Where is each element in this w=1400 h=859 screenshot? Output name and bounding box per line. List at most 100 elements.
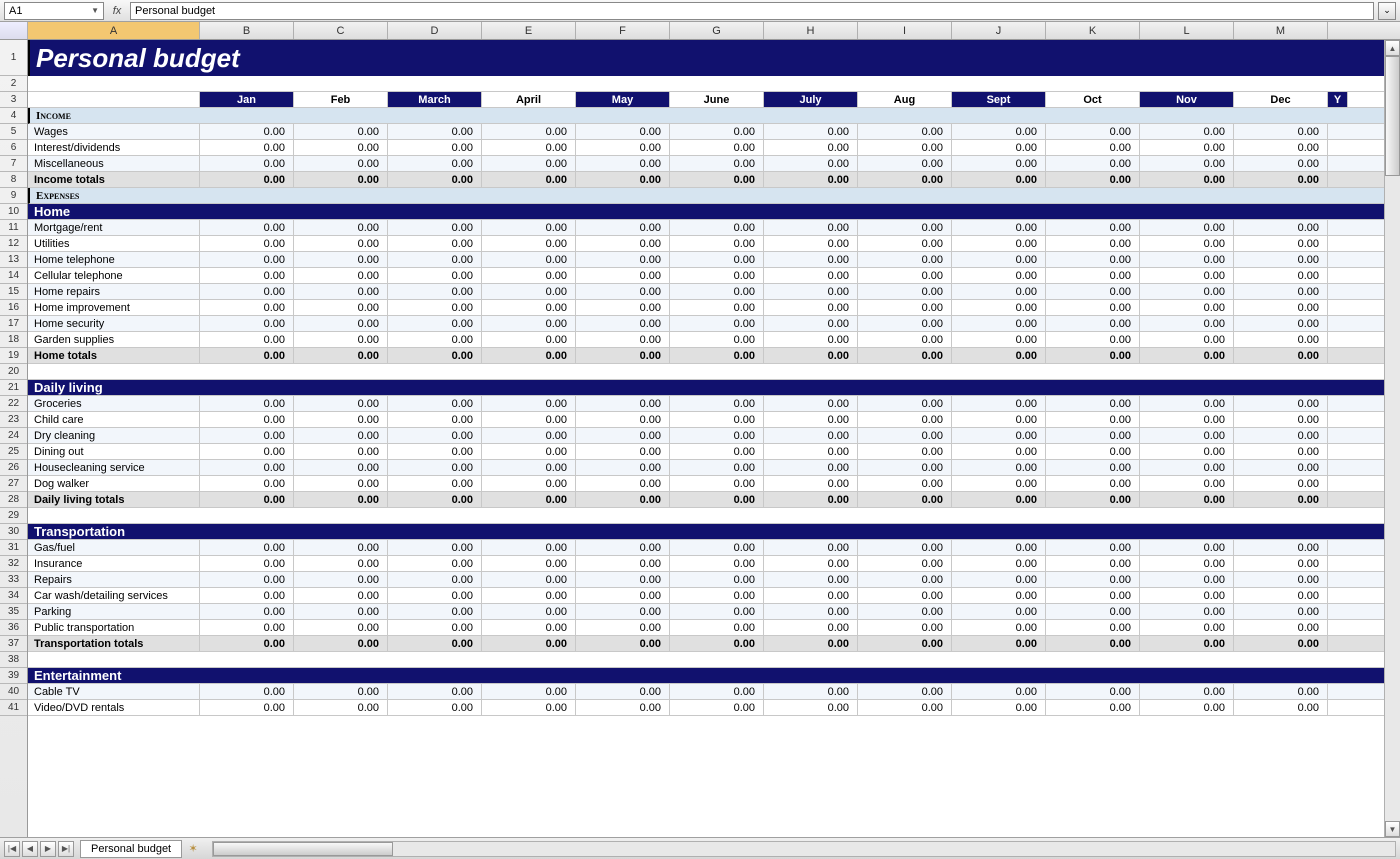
cell[interactable]: 0.00 <box>952 540 1046 555</box>
cell[interactable]: 0.00 <box>764 572 858 587</box>
cell[interactable]: 0.00 <box>294 476 388 491</box>
row-label[interactable]: Income totals <box>28 172 200 187</box>
cell[interactable]: 0.00 <box>764 268 858 283</box>
cell[interactable]: 0.00 <box>294 252 388 267</box>
cell[interactable]: 0.00 <box>670 620 764 635</box>
cell[interactable]: 0.00 <box>858 284 952 299</box>
cell[interactable]: 0.00 <box>294 620 388 635</box>
cell[interactable]: 0.00 <box>482 428 576 443</box>
row-header-34[interactable]: 34 <box>0 588 27 604</box>
row-label[interactable]: Cellular telephone <box>28 268 200 283</box>
cell[interactable]: 0.00 <box>294 540 388 555</box>
cell[interactable]: 0.00 <box>576 124 670 139</box>
row-header-1[interactable]: 1 <box>0 40 27 76</box>
cell[interactable]: 0.00 <box>952 492 1046 507</box>
cell[interactable]: 0.00 <box>670 540 764 555</box>
cell[interactable]: 0.00 <box>200 252 294 267</box>
cell[interactable]: 0.00 <box>482 572 576 587</box>
cell[interactable]: 0.00 <box>482 220 576 235</box>
month-header-march[interactable]: March <box>388 92 482 107</box>
cell[interactable]: 0.00 <box>1234 348 1328 363</box>
cell[interactable]: 0.00 <box>1234 412 1328 427</box>
cell[interactable]: 0.00 <box>200 492 294 507</box>
cell[interactable]: 0.00 <box>670 684 764 699</box>
cell[interactable]: 0.00 <box>388 460 482 475</box>
cell[interactable]: 0.00 <box>764 140 858 155</box>
cell[interactable]: 0.00 <box>576 476 670 491</box>
row-header-20[interactable]: 20 <box>0 364 27 380</box>
cell[interactable]: 0.00 <box>576 412 670 427</box>
row-header-25[interactable]: 25 <box>0 444 27 460</box>
cell[interactable]: 0.00 <box>952 332 1046 347</box>
year-header[interactable]: Y <box>1328 92 1348 107</box>
cell[interactable]: 0.00 <box>576 300 670 315</box>
cell[interactable]: 0.00 <box>764 220 858 235</box>
cell[interactable]: 0.00 <box>1046 124 1140 139</box>
cell[interactable]: 0.00 <box>576 620 670 635</box>
row-header-40[interactable]: 40 <box>0 684 27 700</box>
cell[interactable]: 0.00 <box>482 172 576 187</box>
cell[interactable]: 0.00 <box>1140 492 1234 507</box>
cell[interactable]: 0.00 <box>670 636 764 651</box>
cell[interactable]: 0.00 <box>1140 684 1234 699</box>
month-header-aug[interactable]: Aug <box>858 92 952 107</box>
cell[interactable]: 0.00 <box>764 284 858 299</box>
row-header-16[interactable]: 16 <box>0 300 27 316</box>
cell[interactable]: 0.00 <box>1046 588 1140 603</box>
cell[interactable]: 0.00 <box>200 156 294 171</box>
row-label[interactable]: Home repairs <box>28 284 200 299</box>
nav-prev-icon[interactable]: ◀ <box>22 841 38 857</box>
cell[interactable]: 0.00 <box>200 700 294 715</box>
cell[interactable]: 0.00 <box>858 604 952 619</box>
cell[interactable]: 0.00 <box>670 556 764 571</box>
cell[interactable]: 0.00 <box>294 412 388 427</box>
cell[interactable]: 0.00 <box>388 476 482 491</box>
cell[interactable]: 0.00 <box>1140 300 1234 315</box>
cell[interactable]: 0.00 <box>858 540 952 555</box>
cell[interactable]: 0.00 <box>200 572 294 587</box>
name-box[interactable]: A1 ▼ <box>4 2 104 20</box>
new-sheet-icon[interactable]: ✶ <box>184 841 202 857</box>
cell[interactable]: 0.00 <box>1234 684 1328 699</box>
cell[interactable]: 0.00 <box>858 572 952 587</box>
cell[interactable]: 0.00 <box>1140 556 1234 571</box>
cell[interactable]: 0.00 <box>1140 540 1234 555</box>
cell[interactable]: 0.00 <box>576 284 670 299</box>
cell[interactable]: 0.00 <box>858 348 952 363</box>
cell[interactable]: 0.00 <box>1234 556 1328 571</box>
cell[interactable]: 0.00 <box>576 492 670 507</box>
cell[interactable]: 0.00 <box>1234 220 1328 235</box>
cell[interactable]: 0.00 <box>1234 252 1328 267</box>
cell[interactable]: 0.00 <box>388 348 482 363</box>
cell[interactable]: 0.00 <box>200 460 294 475</box>
cell[interactable]: 0.00 <box>1234 540 1328 555</box>
cell[interactable]: 0.00 <box>388 236 482 251</box>
row-header-37[interactable]: 37 <box>0 636 27 652</box>
cell[interactable]: 0.00 <box>764 492 858 507</box>
cell[interactable]: 0.00 <box>482 332 576 347</box>
row-header-21[interactable]: 21 <box>0 380 27 396</box>
cell[interactable]: 0.00 <box>1046 700 1140 715</box>
row-header-29[interactable]: 29 <box>0 508 27 524</box>
cell[interactable]: 0.00 <box>858 700 952 715</box>
cell[interactable]: 0.00 <box>200 284 294 299</box>
cell[interactable]: 0.00 <box>952 428 1046 443</box>
row-label[interactable]: Home telephone <box>28 252 200 267</box>
document-title[interactable]: Personal budget <box>28 40 1400 76</box>
cell[interactable]: 0.00 <box>858 588 952 603</box>
cell[interactable]: 0.00 <box>200 620 294 635</box>
cell[interactable]: 0.00 <box>294 124 388 139</box>
cell[interactable]: 0.00 <box>482 540 576 555</box>
nav-next-icon[interactable]: ▶ <box>40 841 56 857</box>
cell[interactable]: 0.00 <box>1140 604 1234 619</box>
row-label[interactable]: Home <box>28 204 1400 219</box>
month-header-may[interactable]: May <box>576 92 670 107</box>
cell[interactable]: 0.00 <box>482 396 576 411</box>
cell[interactable]: 0.00 <box>388 684 482 699</box>
row-label[interactable]: Income <box>30 108 1400 123</box>
cell[interactable]: 0.00 <box>1140 140 1234 155</box>
row-label[interactable]: Gas/fuel <box>28 540 200 555</box>
cell[interactable]: 0.00 <box>1234 636 1328 651</box>
cell[interactable]: 0.00 <box>388 588 482 603</box>
cell[interactable]: 0.00 <box>1046 492 1140 507</box>
